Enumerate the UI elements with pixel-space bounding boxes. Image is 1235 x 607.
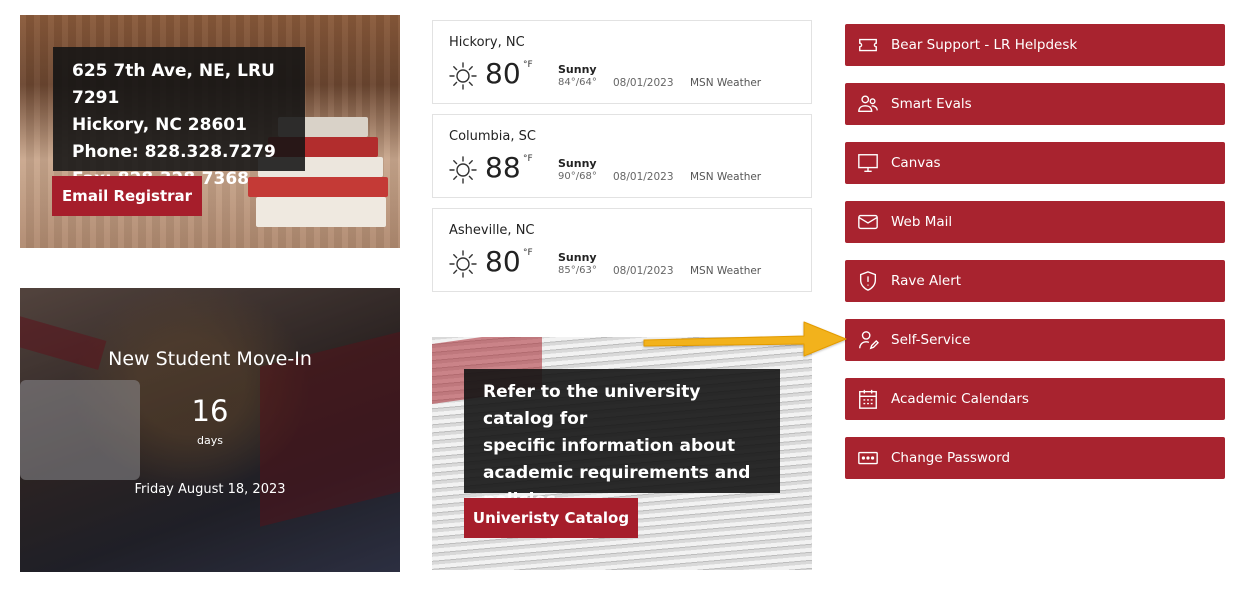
academic-calendars-button[interactable]: Academic Calendars: [845, 378, 1225, 420]
weather-source[interactable]: MSN Weather: [690, 171, 761, 183]
weather-temp: 80: [485, 57, 521, 90]
weather-date: 08/01/2023: [613, 77, 674, 89]
weather-unit: °F: [523, 154, 533, 164]
calendar-icon: [856, 387, 880, 411]
weather-source[interactable]: MSN Weather: [690, 77, 761, 89]
move-in-card[interactable]: New Student Move-In 16 days Friday Augus…: [20, 288, 400, 572]
weather-temp: 80: [485, 245, 521, 278]
mail-icon: [856, 210, 880, 234]
link-label: Self-Service: [891, 332, 971, 348]
weather-condition: Sunny: [558, 63, 597, 76]
arrow-pointer-icon: [643, 321, 847, 357]
contact-info: 625 7th Ave, NE, LRU 7291 Hickory, NC 28…: [53, 47, 305, 189]
weather-range: 84°/64°: [558, 77, 597, 88]
weather-condition: Sunny: [558, 157, 597, 170]
weather-range: 85°/63°: [558, 265, 597, 276]
link-label: Web Mail: [891, 214, 953, 230]
bear-support-button[interactable]: Bear Support - LR Helpdesk: [845, 24, 1225, 66]
weather-date: 08/01/2023: [613, 171, 674, 183]
web-mail-button[interactable]: Web Mail: [845, 201, 1225, 243]
link-label: Canvas: [891, 155, 941, 171]
catalog-text-line: specific information about: [483, 436, 736, 456]
weather-temp: 88: [485, 151, 521, 184]
contact-phone: Phone: 828.328.7279: [72, 142, 276, 162]
weather-condition: Sunny: [558, 251, 597, 264]
weather-card-hickory[interactable]: Hickory, NC 80 °F Sunny 84°/64° 08/01/20…: [432, 20, 812, 104]
user-edit-icon: [856, 328, 880, 352]
change-password-button[interactable]: Change Password: [845, 437, 1225, 479]
self-service-button[interactable]: Self-Service: [845, 319, 1225, 361]
contact-city: Hickory, NC 28601: [72, 115, 247, 135]
link-label: Bear Support - LR Helpdesk: [891, 37, 1078, 53]
rave-alert-button[interactable]: Rave Alert: [845, 260, 1225, 302]
monitor-icon: [856, 151, 880, 175]
link-label: Academic Calendars: [891, 391, 1029, 407]
move-in-countdown: 16: [191, 394, 229, 428]
weather-unit: °F: [523, 248, 533, 258]
university-catalog-button[interactable]: Univeristy Catalog: [464, 498, 638, 538]
link-label: Rave Alert: [891, 273, 962, 289]
link-label: Smart Evals: [891, 96, 972, 112]
contact-address: 625 7th Ave, NE, LRU 7291: [72, 61, 275, 108]
weather-unit: °F: [523, 60, 533, 70]
move-in-date: Friday August 18, 2023: [134, 482, 286, 497]
smart-evals-button[interactable]: Smart Evals: [845, 83, 1225, 125]
catalog-card: Refer to the university catalog for spec…: [432, 337, 812, 570]
sun-icon: [449, 156, 477, 184]
weather-card-asheville[interactable]: Asheville, NC 80 °F Sunny 85°/63° 08/01/…: [432, 208, 812, 292]
catalog-text-line: academic requirements and: [483, 463, 751, 483]
sun-icon: [449, 62, 477, 90]
move-in-title: New Student Move-In: [108, 348, 312, 370]
people-icon: [856, 92, 880, 116]
catalog-info: Refer to the university catalog for spec…: [464, 369, 780, 510]
weather-city: Asheville, NC: [449, 223, 535, 238]
email-registrar-button[interactable]: Email Registrar: [52, 176, 202, 216]
weather-city: Columbia, SC: [449, 129, 536, 144]
weather-source[interactable]: MSN Weather: [690, 265, 761, 277]
ticket-icon: [856, 33, 880, 57]
weather-city: Hickory, NC: [449, 35, 525, 50]
catalog-text-line: Refer to the university catalog for: [483, 382, 701, 429]
shield-alert-icon: [856, 269, 880, 293]
password-icon: [856, 446, 880, 470]
weather-range: 90°/68°: [558, 171, 597, 182]
weather-date: 08/01/2023: [613, 265, 674, 277]
link-label: Change Password: [891, 450, 1011, 466]
canvas-button[interactable]: Canvas: [845, 142, 1225, 184]
weather-card-columbia[interactable]: Columbia, SC 88 °F Sunny 90°/68° 08/01/2…: [432, 114, 812, 198]
sun-icon: [449, 250, 477, 278]
move-in-unit: days: [197, 434, 223, 447]
contact-card: 625 7th Ave, NE, LRU 7291 Hickory, NC 28…: [20, 15, 400, 248]
